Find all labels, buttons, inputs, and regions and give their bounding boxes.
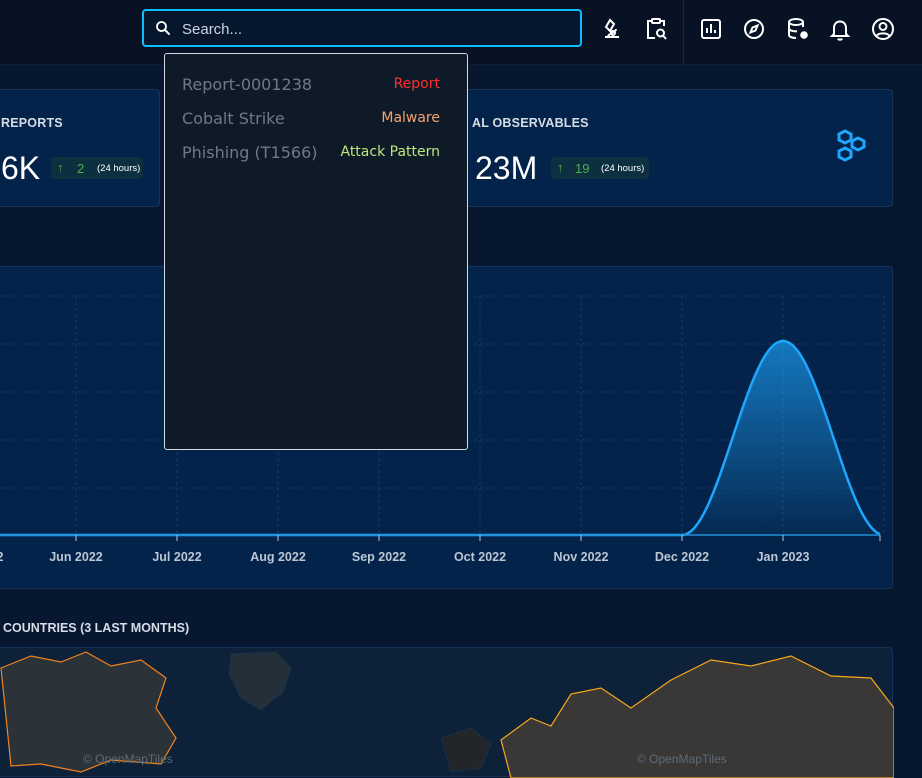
card-value: 6K — [1, 150, 41, 186]
x-tick-label: Sep 2022 — [351, 550, 407, 564]
delta-period: (24 hours) — [97, 163, 141, 174]
x-tick-label: Dec 2022 — [654, 550, 710, 564]
card-title: REPORTS — [1, 116, 63, 130]
delta-badge: ↑ 19 (24 hours) — [551, 157, 649, 179]
suggestion-type: Malware — [381, 110, 440, 126]
suggestion-item[interactable]: Cobalt Strike Malware — [165, 103, 467, 133]
x-tick-label: Nov 2022 — [553, 550, 609, 564]
explore-icon[interactable] — [740, 15, 768, 43]
observables-card: AL OBSERVABLES 23M ↑ 19 (24 hours) — [420, 89, 893, 207]
map-card: © OpenMapTiles © OpenMapTiles — [0, 647, 894, 778]
x-tick-label: Jun 2022 — [49, 550, 103, 564]
delta-value: 2 — [77, 161, 85, 176]
suggestion-name: Phishing (T1566) — [182, 143, 318, 162]
x-tick-label: Aug 2022 — [250, 550, 306, 564]
x-tick-label: 2 — [0, 550, 4, 564]
islands-shape — [440, 727, 492, 773]
search-bar[interactable] — [142, 9, 582, 47]
map-attribution: © OpenMapTiles — [637, 752, 727, 766]
search-case-icon[interactable] — [642, 15, 670, 43]
suggestion-item[interactable]: Phishing (T1566) Attack Pattern — [165, 137, 467, 167]
x-tick-label: Jul 2022 — [152, 550, 202, 564]
suggestion-type: Report — [393, 76, 440, 92]
suggestion-name: Cobalt Strike — [182, 109, 285, 128]
arrow-up-icon: ↑ — [557, 160, 564, 175]
suggestion-name: Report-0001238 — [182, 75, 313, 94]
card-title: AL OBSERVABLES — [472, 116, 589, 130]
card-value: 23M — [475, 150, 538, 186]
search-input[interactable] — [180, 17, 564, 41]
suggestion-type: Attack Pattern — [340, 144, 440, 160]
x-tick-label: Oct 2022 — [453, 550, 507, 564]
dashboard-icon[interactable] — [697, 15, 725, 43]
notifications-icon[interactable] — [826, 15, 854, 43]
delta-period: (24 hours) — [601, 163, 645, 174]
map-attribution: © OpenMapTiles — [83, 752, 173, 766]
delta-badge: ↑ 2 (24 hours) — [51, 157, 143, 179]
investigate-icon[interactable] — [598, 15, 626, 43]
suggestion-item[interactable]: Report-0001238 Report — [165, 69, 467, 99]
search-icon — [156, 21, 170, 35]
x-tick-label: Jan 2023 — [756, 550, 810, 564]
map-title: COUNTRIES (3 LAST MONTHS) — [3, 621, 190, 635]
delta-value: 19 — [575, 161, 590, 176]
greenland-shape — [228, 651, 292, 711]
hexagons-icon — [837, 129, 866, 162]
data-settings-icon[interactable] — [784, 15, 812, 43]
reports-card: REPORTS 6K ↑ 2 (24 hours) — [0, 89, 160, 207]
search-suggestions-dropdown: Report-0001238 Report Cobalt Strike Malw… — [164, 53, 468, 450]
profile-icon[interactable] — [869, 15, 897, 43]
toolbar-divider — [683, 0, 684, 64]
arrow-up-icon: ↑ — [57, 160, 64, 175]
